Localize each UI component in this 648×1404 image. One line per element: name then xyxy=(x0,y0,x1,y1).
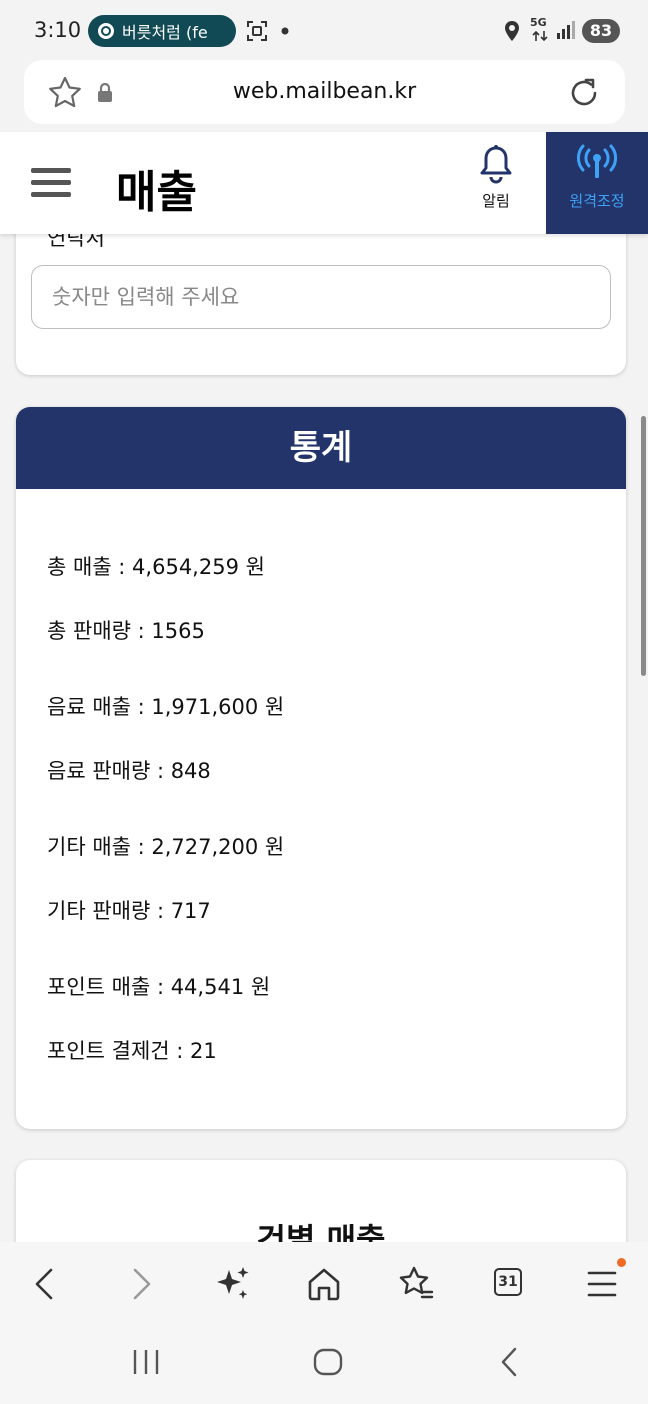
page-title: 매출 xyxy=(116,167,197,218)
bookmarks-icon[interactable] xyxy=(396,1264,436,1304)
browser-url-bar[interactable]: web.mailbean.kr xyxy=(24,60,625,124)
stat-other-quantity: 기타 판매량 : 717 xyxy=(47,899,211,923)
location-icon xyxy=(505,21,519,41)
status-time: 3:10 xyxy=(34,18,82,42)
notification-pill[interactable]: 버릇처럼 (fe xyxy=(88,15,236,47)
system-navigation-bar xyxy=(0,1324,648,1404)
stat-beverage-quantity: 음료 판매량 : 848 xyxy=(47,759,211,783)
menu-lines-icon[interactable] xyxy=(584,1264,624,1304)
more-dot-icon xyxy=(281,27,289,35)
contact-input[interactable]: 숫자만 입력해 주세요 xyxy=(31,265,611,329)
statistics-card: 통계 총 매출 : 4,654,259 원 총 판매량 : 1565 음료 매출… xyxy=(16,407,626,1129)
forward-icon[interactable] xyxy=(120,1264,160,1304)
browser-bottom-toolbar: 31 xyxy=(0,1242,648,1324)
statistics-title: 통계 xyxy=(16,407,626,489)
data-arrows-icon xyxy=(532,30,548,42)
status-bar: 3:10 버릇처럼 (fe 5G 83 xyxy=(0,0,648,62)
stat-point-payments: 포인트 결제건 : 21 xyxy=(47,1039,217,1063)
stat-beverage-sales: 음료 매출 : 1,971,600 원 xyxy=(47,695,285,719)
stat-other-sales: 기타 매출 : 2,727,200 원 xyxy=(47,835,285,859)
reload-icon[interactable] xyxy=(567,76,601,110)
home-icon[interactable] xyxy=(304,1264,344,1304)
network-5g-icon: 5G xyxy=(530,16,547,29)
menu-icon[interactable] xyxy=(31,168,71,198)
remote-control-button[interactable]: 원격조정 xyxy=(546,132,648,234)
alarm-button[interactable]: 알림 xyxy=(465,144,527,211)
recent-apps-icon[interactable] xyxy=(130,1346,162,1378)
ai-sparkle-icon[interactable] xyxy=(212,1264,252,1304)
menu-notification-badge xyxy=(617,1258,626,1267)
battery-indicator: 83 xyxy=(582,19,620,43)
signal-icon xyxy=(557,21,575,39)
tabs-count: 31 xyxy=(498,1274,518,1290)
tabs-button[interactable]: 31 xyxy=(490,1264,526,1300)
bell-icon xyxy=(480,145,512,184)
app-header: 매출 알림 원격조정 xyxy=(0,132,648,234)
system-back-icon[interactable] xyxy=(494,1346,526,1378)
notification-pill-text: 버릇처럼 (fe xyxy=(122,23,208,42)
stat-point-sales: 포인트 매출 : 44,541 원 xyxy=(47,975,271,999)
antenna-icon xyxy=(576,144,618,178)
stat-total-quantity: 총 판매량 : 1565 xyxy=(47,619,205,643)
url-text[interactable]: web.mailbean.kr xyxy=(24,79,625,104)
back-icon[interactable] xyxy=(26,1264,66,1304)
media-record-icon xyxy=(98,23,114,39)
stat-total-sales: 총 매출 : 4,654,259 원 xyxy=(47,555,265,579)
alarm-label: 알림 xyxy=(482,192,510,210)
page-scrollbar[interactable] xyxy=(641,416,646,676)
screen-capture-icon xyxy=(247,21,267,41)
home-circle-icon[interactable] xyxy=(312,1346,344,1378)
remote-control-label: 원격조정 xyxy=(569,192,625,210)
